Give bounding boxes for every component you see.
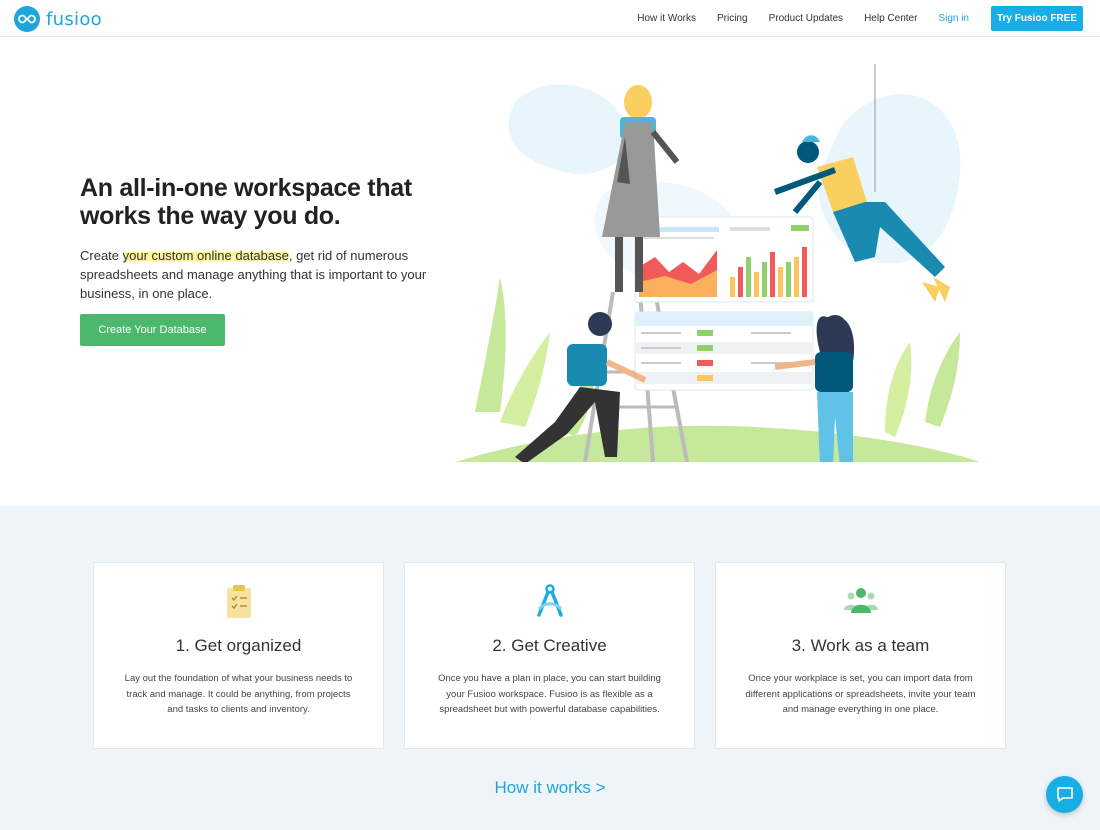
feature-text: Once your workplace is set, you can impo… [745,673,976,715]
sign-in-link[interactable]: Sign in [938,7,969,31]
logo-wordmark: fusioo [46,8,102,30]
team-icon [843,588,878,613]
feature-card-creative: 2. Get Creative Once you have a plan in … [404,562,695,749]
chat-button[interactable] [1046,776,1083,813]
feature-text: Once you have a plan in place, you can s… [438,673,661,715]
clipboard-icon [226,585,251,618]
hero-lead-highlight: your custom online database [122,248,289,263]
feature-title: 3. Work as a team [791,636,930,655]
nav-help-center[interactable]: Help Center [864,7,917,31]
feature-card-team: 3. Work as a team Once your workplace is… [715,562,1006,749]
infinity-logo-icon [14,6,40,32]
fusioo-logo[interactable]: fusioo [14,6,102,32]
hero-section: An all-in-one workspace that works the w… [0,37,1100,506]
main-nav: How it Works Pricing Product Updates Hel… [637,6,1083,31]
nav-pricing[interactable]: Pricing [717,7,748,31]
top-navigation-bar: fusioo How it Works Pricing Product Upda… [0,0,1100,37]
feature-card-organized: 1. Get organized Lay out the foundation … [93,562,384,749]
features-section: 1. Get organized Lay out the foundation … [0,506,1100,830]
compass-icon [536,584,563,617]
hero-lead-start: Create [80,248,123,263]
hero-lead-text: Create your custom online database, get … [80,246,440,303]
feature-title: 1. Get organized [175,636,302,655]
feature-text: Lay out the foundation of what your busi… [124,673,353,715]
chat-icon [1056,787,1073,802]
create-database-button[interactable]: Create Your Database [80,314,225,346]
feature-title: 2. Get Creative [492,636,607,655]
nav-product-updates[interactable]: Product Updates [769,7,844,31]
nav-how-it-works[interactable]: How it Works [637,7,696,31]
how-it-works-link[interactable]: How it works > [0,778,1100,798]
hero-title: An all-in-one workspace that works the w… [80,174,412,230]
hero-illustration [455,64,980,462]
try-free-button[interactable]: Try Fusioo FREE [991,6,1083,31]
